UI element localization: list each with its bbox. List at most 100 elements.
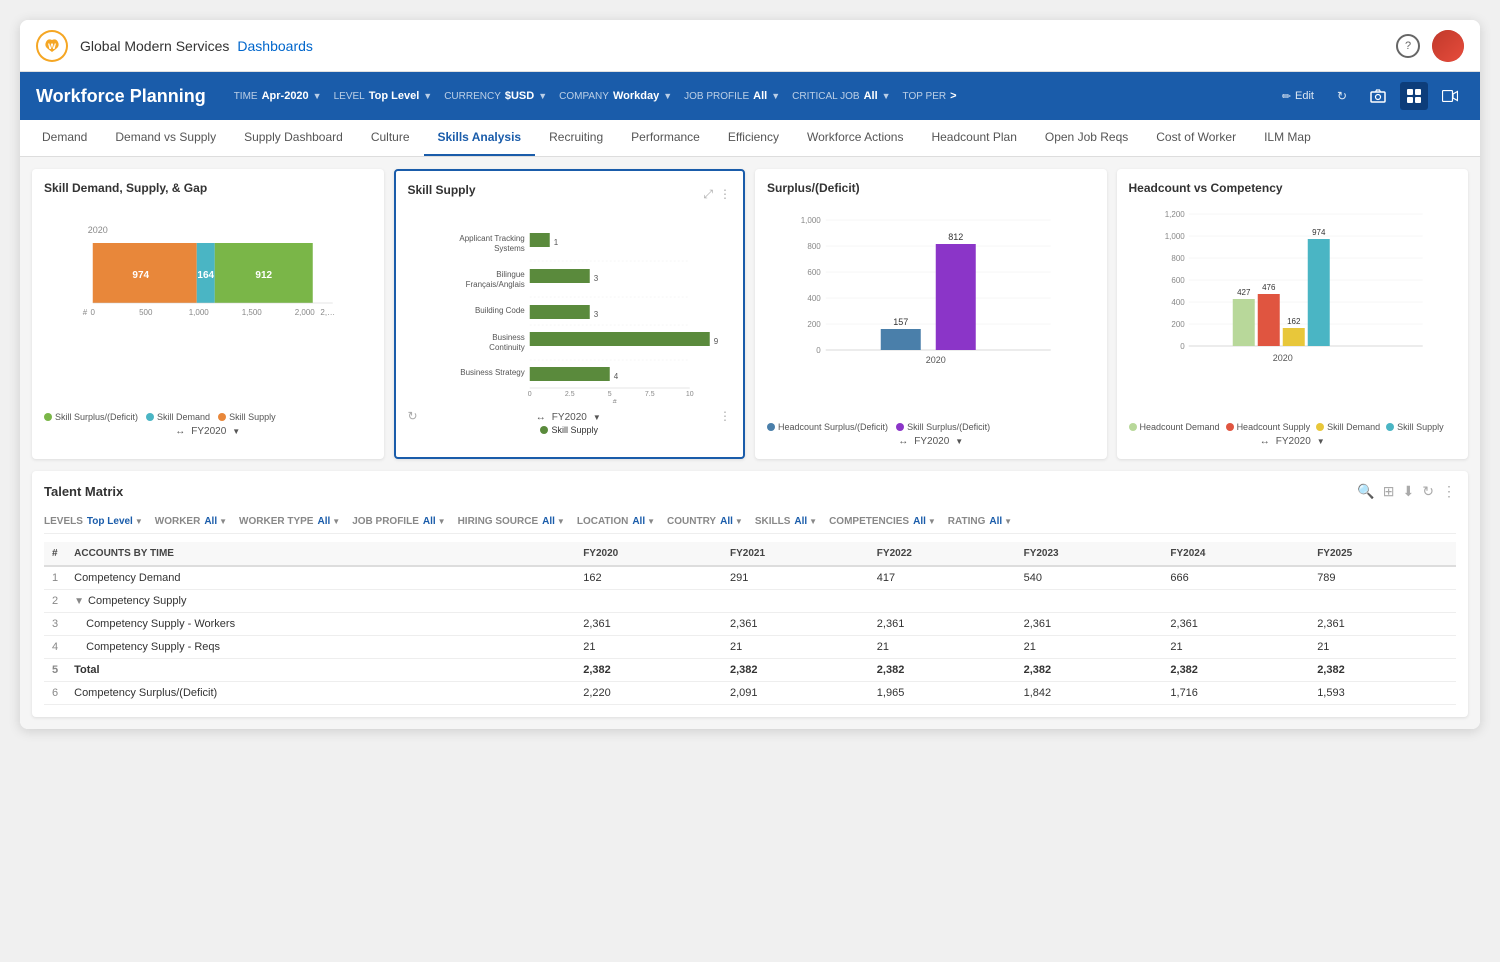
more-action[interactable]: ⋮ bbox=[1442, 483, 1456, 500]
dashboards-link[interactable]: Dashboards bbox=[237, 38, 313, 54]
cell-fy2020: 21 bbox=[575, 636, 722, 659]
level-filter[interactable]: LEVEL Top Level ▼ bbox=[334, 90, 433, 102]
svg-text:2,…: 2,… bbox=[320, 308, 335, 317]
camera-button[interactable] bbox=[1364, 82, 1392, 110]
topper-filter[interactable]: TOP PER > bbox=[903, 90, 957, 102]
svg-text:0: 0 bbox=[816, 346, 821, 355]
svg-text:Bilingue: Bilingue bbox=[496, 270, 525, 279]
skills-filter[interactable]: All ▼ bbox=[794, 516, 817, 527]
svg-text:Business: Business bbox=[492, 333, 524, 342]
skill-supply-chart: Skill Supply ⤢ ⋮ Applicant Tracking Syst… bbox=[394, 169, 746, 459]
cell-fy2025 bbox=[1309, 590, 1456, 613]
svg-text:912: 912 bbox=[255, 270, 272, 281]
country-filter[interactable]: All ▼ bbox=[720, 516, 743, 527]
svg-text:427: 427 bbox=[1237, 288, 1251, 297]
video-button[interactable] bbox=[1436, 82, 1464, 110]
rating-filter[interactable]: All ▼ bbox=[989, 516, 1012, 527]
menu-icon[interactable]: ⋮ bbox=[719, 187, 731, 202]
tab-demand-vs-supply[interactable]: Demand vs Supply bbox=[101, 120, 230, 156]
cell-fy2025: 1,593 bbox=[1309, 682, 1456, 705]
filter-action[interactable]: ⊞ bbox=[1383, 483, 1395, 500]
export-action[interactable]: ⬇ bbox=[1403, 483, 1415, 500]
svg-text:1,000: 1,000 bbox=[189, 308, 210, 317]
tab-cost-of-worker[interactable]: Cost of Worker bbox=[1142, 120, 1250, 156]
skills-filter-label: SKILLS bbox=[755, 516, 791, 527]
edit-button[interactable]: ✏Edit bbox=[1276, 86, 1320, 107]
cell-fy2021: 2,361 bbox=[722, 613, 869, 636]
grid-view-button[interactable] bbox=[1400, 82, 1428, 110]
cell-fy2020: 162 bbox=[575, 566, 722, 590]
tab-ilm-map[interactable]: ILM Map bbox=[1250, 120, 1325, 156]
headcount-competency-legend: Headcount Demand Headcount Supply Skill … bbox=[1129, 422, 1457, 432]
svg-text:400: 400 bbox=[1171, 298, 1185, 307]
skill-supply-footer[interactable]: ↔FY2020▼ bbox=[536, 412, 601, 423]
svg-text:1,000: 1,000 bbox=[1164, 232, 1185, 241]
user-avatar[interactable] bbox=[1432, 30, 1464, 62]
cell-fy2024: 666 bbox=[1162, 566, 1309, 590]
skill-demand-title: Skill Demand, Supply, & Gap bbox=[44, 181, 372, 195]
location-filter[interactable]: All ▼ bbox=[632, 516, 655, 527]
row-label: Competency Demand bbox=[66, 566, 575, 590]
row-label: Total bbox=[66, 659, 575, 682]
refresh-chart-icon[interactable]: ↻ bbox=[408, 409, 418, 423]
tab-workforce-actions[interactable]: Workforce Actions bbox=[793, 120, 917, 156]
tab-recruiting[interactable]: Recruiting bbox=[535, 120, 617, 156]
worker-type-filter[interactable]: All ▼ bbox=[317, 516, 340, 527]
jobprofile-filter[interactable]: JOB PROFILE All ▼ bbox=[684, 90, 780, 102]
svg-text:3: 3 bbox=[593, 274, 598, 283]
hiring-source-filter[interactable]: All ▼ bbox=[542, 516, 565, 527]
cell-fy2024: 21 bbox=[1162, 636, 1309, 659]
tab-culture[interactable]: Culture bbox=[357, 120, 424, 156]
tab-demand[interactable]: Demand bbox=[28, 120, 101, 156]
cell-fy2022: 2,361 bbox=[869, 613, 1016, 636]
svg-text:#: # bbox=[83, 308, 88, 317]
help-icon[interactable]: ? bbox=[1396, 34, 1420, 58]
row-label: Competency Supply - Reqs bbox=[66, 636, 575, 659]
cell-fy2021 bbox=[722, 590, 869, 613]
levels-filter[interactable]: Top Level ▼ bbox=[87, 516, 143, 527]
cell-fy2024: 1,716 bbox=[1162, 682, 1309, 705]
cell-fy2023: 21 bbox=[1016, 636, 1163, 659]
svg-text:1: 1 bbox=[553, 238, 558, 247]
skill-demand-chart: Skill Demand, Supply, & Gap 2020 974 1 bbox=[32, 169, 384, 459]
company-filter[interactable]: COMPANY Workday ▼ bbox=[559, 90, 672, 102]
competencies-filter[interactable]: All ▼ bbox=[913, 516, 936, 527]
tab-open-job-reqs[interactable]: Open Job Reqs bbox=[1031, 120, 1142, 156]
tab-skills-analysis[interactable]: Skills Analysis bbox=[424, 120, 536, 156]
headcount-competency-svg: 1,200 1,000 800 600 400 200 0 bbox=[1129, 203, 1457, 413]
skill-supply-menu[interactable]: ⋮ bbox=[719, 409, 731, 423]
tab-performance[interactable]: Performance bbox=[617, 120, 714, 156]
refresh-action[interactable]: ↻ bbox=[1422, 483, 1434, 500]
expand-icon[interactable]: ⤢ bbox=[703, 187, 713, 202]
currency-filter[interactable]: CURRENCY $USD ▼ bbox=[444, 90, 547, 102]
col-fy2021: FY2021 bbox=[722, 542, 869, 566]
svg-text:974: 974 bbox=[1312, 228, 1326, 237]
skill-demand-svg: 2020 974 164 912 bbox=[44, 203, 372, 403]
tab-efficiency[interactable]: Efficiency bbox=[714, 120, 793, 156]
svg-text:1,500: 1,500 bbox=[242, 308, 263, 317]
headcount-competency-title: Headcount vs Competency bbox=[1129, 181, 1457, 195]
tab-supply-dashboard[interactable]: Supply Dashboard bbox=[230, 120, 357, 156]
time-filter[interactable]: TIME Apr-2020 ▼ bbox=[234, 90, 322, 102]
worker-filter[interactable]: All ▼ bbox=[204, 516, 227, 527]
cell-fy2025: 789 bbox=[1309, 566, 1456, 590]
headcount-competency-chart: Headcount vs Competency 1,200 1,000 800 … bbox=[1117, 169, 1469, 459]
refresh-button[interactable]: ↻ bbox=[1328, 82, 1356, 110]
tab-headcount-plan[interactable]: Headcount Plan bbox=[917, 120, 1030, 156]
collapse-icon[interactable]: ▼ bbox=[74, 596, 84, 607]
surplus-deficit-footer[interactable]: ↔FY2020▼ bbox=[767, 436, 1095, 447]
job-profile-filter-label: JOB PROFILE bbox=[352, 516, 419, 527]
table-row: 2 ▼Competency Supply bbox=[44, 590, 1456, 613]
search-action[interactable]: 🔍 bbox=[1357, 483, 1374, 500]
company-name: Global Modern Services bbox=[80, 38, 229, 54]
cell-fy2021: 21 bbox=[722, 636, 869, 659]
job-profile-filter[interactable]: All ▼ bbox=[423, 516, 446, 527]
cell-fy2023: 2,382 bbox=[1016, 659, 1163, 682]
svg-text:164: 164 bbox=[197, 270, 214, 281]
skill-demand-footer[interactable]: ↔FY2020▼ bbox=[44, 426, 372, 437]
headcount-competency-footer[interactable]: ↔FY2020▼ bbox=[1129, 436, 1457, 447]
svg-text:Systems: Systems bbox=[494, 244, 525, 253]
row-num: 5 bbox=[44, 659, 66, 682]
skill-demand-legend: Skill Surplus/(Deficit) Skill Demand Ski… bbox=[44, 412, 372, 422]
criticaljob-filter[interactable]: CRITICAL JOB All ▼ bbox=[792, 90, 890, 102]
